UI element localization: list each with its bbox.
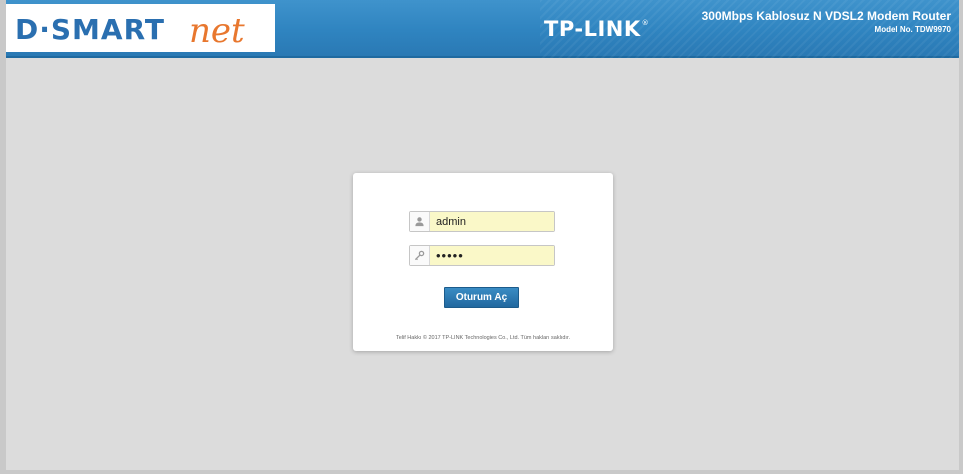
dsmart-logo-image: D·SMART net xyxy=(15,11,245,51)
user-icon xyxy=(410,212,430,231)
username-field xyxy=(409,211,555,232)
password-field xyxy=(409,245,555,266)
copyright-text: Telif Hakkı © 2017 TP-LINK Technologies … xyxy=(395,335,571,341)
registered-mark: ® xyxy=(641,19,650,27)
password-input[interactable] xyxy=(430,246,554,265)
svg-text:net: net xyxy=(189,11,245,51)
svg-text:D·SMART: D·SMART xyxy=(15,13,165,46)
username-input[interactable] xyxy=(430,212,554,231)
key-icon xyxy=(410,246,430,265)
brand-name: TP-LINK xyxy=(544,17,641,41)
product-name: 300Mbps Kablosuz N VDSL2 Modem Router xyxy=(701,9,951,23)
header-bar: D·SMART net TP-LINK® 300Mbps Kablosuz N … xyxy=(0,0,963,58)
login-button[interactable]: Oturum Aç xyxy=(444,287,519,308)
login-panel: Oturum Aç Telif Hakkı © 2017 TP-LINK Tec… xyxy=(353,173,613,351)
tp-link-logo: TP-LINK® xyxy=(544,17,649,47)
model-number: Model No. TDW9970 xyxy=(874,25,951,34)
dsmart-logo: D·SMART net xyxy=(5,4,275,52)
